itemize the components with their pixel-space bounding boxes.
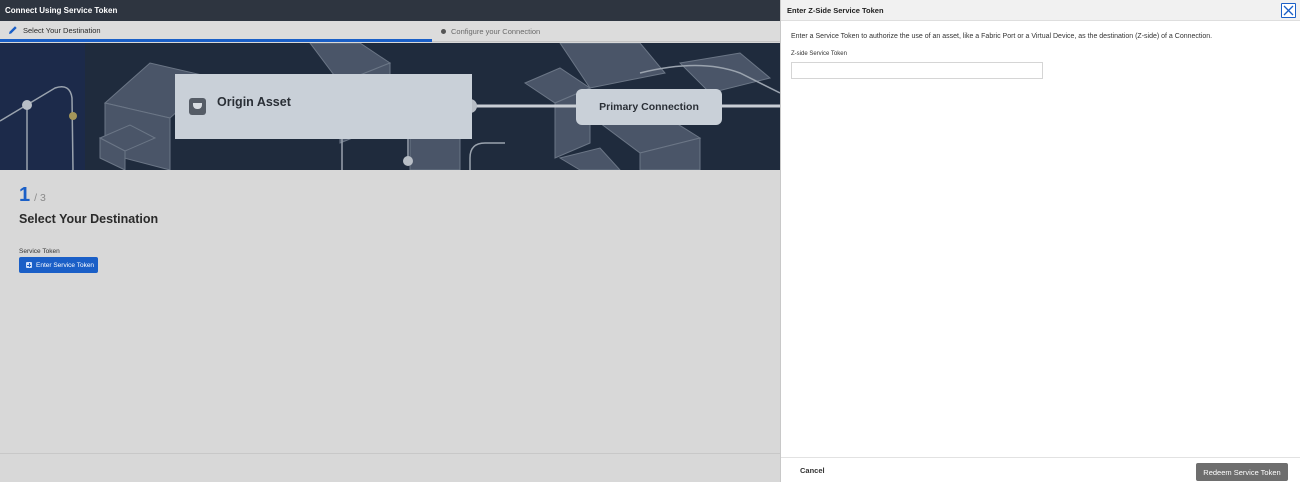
origin-asset-card: Origin Asset	[175, 74, 472, 139]
port-icon	[189, 98, 206, 115]
drawer-header: Enter Z-Side Service Token	[781, 0, 1300, 21]
z-side-token-input[interactable]	[791, 62, 1043, 79]
service-token-label: Service Token	[19, 248, 60, 255]
hero-illustration: Origin Asset Primary Connection	[0, 43, 780, 170]
drawer-title: Enter Z-Side Service Token	[787, 6, 884, 15]
drawer-description: Enter a Service Token to authorize the u…	[791, 33, 1213, 40]
window-title: Connect Using Service Token	[0, 0, 780, 21]
tab-select-destination[interactable]: Select Your Destination	[0, 21, 432, 42]
main-panel: Connect Using Service Token Select Your …	[0, 0, 780, 482]
page-title: Select Your Destination	[19, 212, 159, 226]
tab-configure-connection[interactable]: Configure your Connection	[432, 21, 780, 42]
step-current: 1	[19, 184, 31, 206]
step-label: Select Your Destination	[23, 25, 101, 35]
dot-icon	[441, 28, 446, 34]
primary-connection-card: Primary Connection	[576, 89, 722, 125]
close-button[interactable]	[1281, 3, 1296, 18]
service-token-drawer: Enter Z-Side Service Token Enter a Servi…	[780, 0, 1300, 482]
cancel-button[interactable]: Cancel	[800, 466, 825, 475]
z-side-token-label: Z-side Service Token	[791, 51, 847, 57]
close-icon	[1283, 5, 1294, 16]
divider	[0, 453, 780, 454]
step-counter: 1/ 3	[19, 184, 46, 207]
enter-service-token-label: Enter Service Token	[36, 261, 95, 269]
redeem-service-token-button[interactable]: Redeem Service Token	[1196, 463, 1288, 481]
plus-square-icon	[26, 262, 32, 268]
stepper: Select Your Destination Configure your C…	[0, 21, 780, 42]
origin-asset-label: Origin Asset	[217, 95, 291, 109]
enter-service-token-button[interactable]: Enter Service Token	[19, 257, 98, 273]
step-label: Configure your Connection	[451, 26, 541, 36]
divider	[781, 457, 1300, 458]
pencil-icon	[9, 26, 17, 34]
step-total: / 3	[34, 192, 46, 204]
